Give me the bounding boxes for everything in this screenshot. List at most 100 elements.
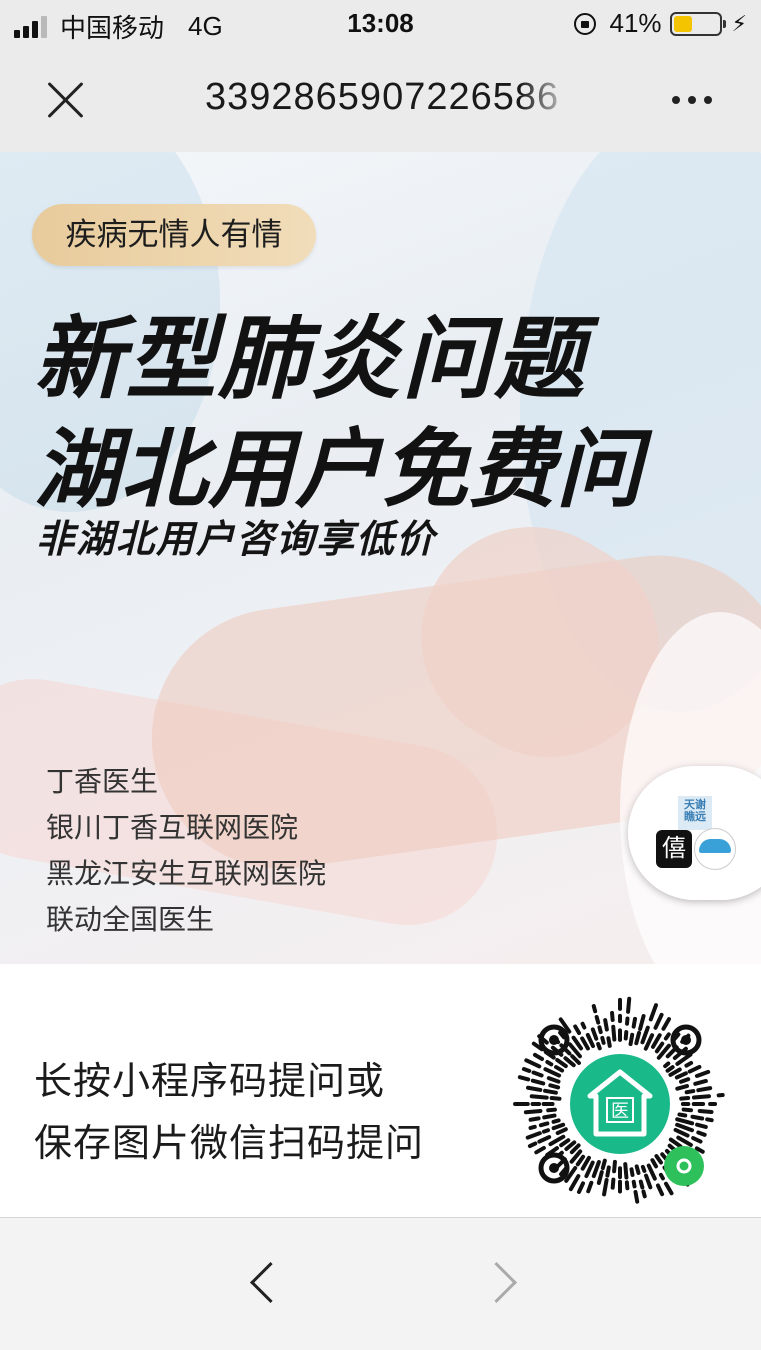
- qr-ray: [600, 1158, 607, 1171]
- qr-ray: [605, 1165, 611, 1178]
- qr-ray: [684, 1089, 696, 1095]
- qr-ray: [549, 1096, 562, 1101]
- qr-ray: [691, 1094, 712, 1100]
- qr-ray: [525, 1131, 542, 1140]
- qr-ray: [675, 1117, 695, 1126]
- qr-ray: [603, 1018, 609, 1032]
- qr-ray: [644, 1173, 653, 1190]
- qr-ray: [591, 1004, 598, 1014]
- qr-ray: [529, 1094, 549, 1100]
- rotation-lock-icon: [573, 12, 596, 35]
- qr-ray: [600, 1035, 606, 1045]
- qr-ray: [633, 1189, 640, 1204]
- qr-ray: [591, 1160, 601, 1179]
- qr-ray: [677, 1112, 688, 1118]
- qr-ray: [546, 1107, 557, 1113]
- qr-ray: [559, 1138, 571, 1148]
- poster-tag: 疾病无情人有情: [32, 204, 316, 266]
- qr-ray: [523, 1108, 543, 1115]
- mini-program-panel: 长按小程序码提问或 保存图片微信扫码提问 医: [0, 964, 761, 1218]
- qr-ray: [546, 1076, 561, 1084]
- qr-ray: [634, 1164, 641, 1175]
- qr-ray: [681, 1107, 694, 1113]
- qr-ray: [679, 1096, 691, 1101]
- qr-ray: [527, 1141, 538, 1149]
- qr-ray: [570, 1054, 581, 1065]
- qr-ray: [628, 1032, 635, 1047]
- charging-icon: ⚡: [731, 10, 747, 36]
- badge-wave-icon: [694, 828, 736, 870]
- qr-ray: [543, 1067, 562, 1078]
- qr-ray: [568, 1174, 581, 1192]
- qr-ray: [597, 1025, 603, 1035]
- qr-ray: [624, 1180, 630, 1191]
- chevron-right-icon[interactable]: [475, 1261, 518, 1304]
- mini-program-code[interactable]: 医: [510, 994, 730, 1214]
- qr-ray: [594, 1014, 601, 1025]
- qr-ray: [696, 1130, 707, 1137]
- qr-ray: [695, 1122, 708, 1129]
- qr-ray: [575, 1154, 586, 1167]
- qr-ray: [654, 1041, 665, 1054]
- qr-ray: [531, 1070, 544, 1078]
- poster-image: 疾病无情人有情 新型肺炎问题 湖北用户免费问 非湖北用户咨询享低价 丁香医生 银…: [0, 152, 761, 964]
- chevron-left-icon[interactable]: [249, 1261, 292, 1304]
- qr-ray: [537, 1135, 552, 1144]
- page-title: 3392865907226586: [205, 76, 560, 118]
- qr-ray: [538, 1121, 550, 1128]
- qr-ray: [675, 1122, 695, 1133]
- qr-ray: [631, 1179, 637, 1189]
- qr-finder-bottom-left: [538, 1152, 570, 1184]
- battery-percent: 41%: [609, 8, 662, 38]
- qr-ray: [564, 1140, 577, 1152]
- qr-ray: [528, 1124, 537, 1130]
- organization-item: 黑龙江安生互联网医院: [46, 858, 327, 889]
- qr-ray: [580, 1036, 590, 1051]
- qr-ray: [545, 1060, 554, 1067]
- badge-logo: 天谢 瞧远: [678, 796, 712, 830]
- qr-ray: [674, 1071, 688, 1080]
- qr-ray: [580, 1155, 591, 1171]
- qr-ray: [640, 1164, 647, 1173]
- qr-ray: [684, 1060, 694, 1068]
- qr-ray: [697, 1108, 714, 1115]
- qr-ray: [555, 1058, 568, 1069]
- qr-ray: [655, 1183, 665, 1197]
- qr-ray: [573, 1024, 582, 1036]
- battery-icon: [669, 11, 726, 36]
- qr-ray: [641, 1189, 647, 1199]
- qr-ray: [668, 1067, 682, 1077]
- qr-ray: [517, 1075, 531, 1082]
- badge-avatar: 僖: [656, 830, 692, 868]
- headline-line2: 湖北用户免费问: [34, 420, 643, 520]
- qr-ray: [612, 1159, 617, 1174]
- qr-ray: [585, 1032, 595, 1049]
- status-bar: 中国移动 4G 13:08 41% ⚡: [0, 0, 761, 48]
- qr-ray: [687, 1064, 702, 1074]
- close-icon[interactable]: [44, 78, 88, 122]
- qr-ray: [705, 1117, 714, 1123]
- qr-ray: [555, 1127, 568, 1136]
- qr-ray: [638, 1179, 645, 1190]
- qr-ray: [551, 1118, 561, 1124]
- badge-logo-line1: 天谢: [684, 799, 706, 811]
- organization-item: 银川丁香互联网医院: [46, 812, 299, 843]
- organization-item: 联动全国医生: [46, 904, 215, 935]
- qr-ray: [551, 1122, 566, 1131]
- floating-badge-button[interactable]: 天谢 瞧远 僖: [628, 766, 761, 900]
- qr-ray: [690, 1114, 705, 1121]
- more-icon[interactable]: [672, 96, 720, 104]
- qr-ray: [543, 1088, 558, 1095]
- qr-ray: [611, 1024, 617, 1042]
- qr-ray: [534, 1145, 546, 1155]
- mini-program-icon: [664, 1146, 704, 1186]
- qr-ray: [650, 1033, 662, 1049]
- qr-ray: [528, 1116, 541, 1122]
- qr-ray: [596, 1170, 604, 1185]
- qr-ray: [650, 1158, 659, 1169]
- qr-ray: [526, 1085, 543, 1092]
- qr-ray: [576, 1181, 585, 1194]
- qr-ray: [623, 1030, 629, 1041]
- instruction-line1: 长按小程序码提问或: [34, 1061, 386, 1103]
- qr-ray: [634, 1030, 642, 1046]
